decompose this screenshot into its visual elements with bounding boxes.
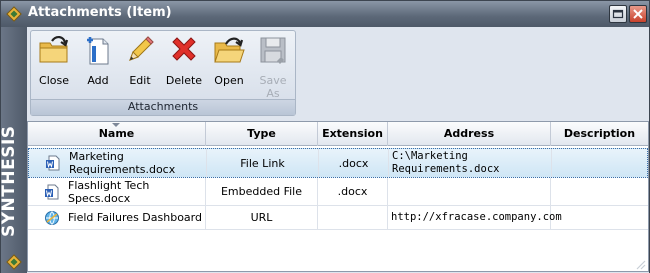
sort-indicator-icon	[112, 123, 120, 127]
edit-button[interactable]: Edit	[122, 34, 158, 92]
edit-label: Edit	[129, 74, 151, 87]
maximize-icon	[612, 9, 624, 19]
table-row[interactable]: Marketing Requirements.docx File Link .d…	[28, 148, 648, 178]
cell-address	[388, 178, 551, 205]
synthesis-logo-icon	[6, 254, 22, 270]
folder-arrow-icon	[39, 36, 69, 63]
window-title: Attachments (Item)	[28, 5, 172, 20]
synthesis-logo-icon	[6, 6, 22, 22]
column-header-name[interactable]: Name	[28, 122, 206, 146]
column-header-type[interactable]: Type	[206, 122, 318, 146]
cell-type: Embedded File	[206, 178, 318, 205]
attachments-table: Name Type Extension Address Description …	[27, 121, 649, 272]
title-bar[interactable]: Attachments (Item)	[1, 1, 649, 27]
brand-sidebar: SYNTHESIS	[0, 27, 27, 273]
add-document-icon	[87, 37, 109, 65]
cell-name: Marketing Requirements.docx	[29, 149, 207, 177]
table-header: Name Type Extension Address Description	[28, 122, 648, 146]
cell-name: Flashlight Tech Specs.docx	[28, 178, 206, 205]
open-label: Open	[214, 74, 244, 87]
cell-type: File Link	[207, 149, 319, 177]
close-button[interactable]: Close	[34, 34, 74, 92]
delete-button[interactable]: Delete	[164, 34, 204, 92]
delete-label: Delete	[165, 74, 203, 87]
column-header-description[interactable]: Description	[551, 122, 648, 146]
ribbon-group-label: Attachments	[31, 99, 295, 115]
maximize-button[interactable]	[609, 5, 627, 23]
brand-text: SYNTHESIS	[0, 125, 19, 237]
cell-address: http://xfracase.company.com	[388, 206, 562, 229]
ribbon-group: Close Add Edit Delete Open Save As Attac…	[30, 30, 296, 116]
table-row[interactable]: Field Failures Dashboard URL http://xfra…	[28, 206, 648, 230]
cell-description	[552, 149, 649, 177]
cell-type: URL	[206, 206, 318, 229]
main-content: Close Add Edit Delete Open Save As Attac…	[27, 27, 649, 273]
table-row[interactable]: Flashlight Tech Specs.docx Embedded File…	[28, 178, 648, 206]
close-label: Close	[39, 74, 69, 87]
red-x-icon	[172, 37, 196, 61]
open-folder-icon	[214, 37, 245, 63]
save-as-label: Save As	[259, 74, 287, 100]
close-icon	[633, 9, 643, 19]
open-button[interactable]: Open	[210, 34, 248, 92]
column-header-address[interactable]: Address	[388, 122, 551, 146]
close-window-button[interactable]	[629, 5, 647, 23]
add-button[interactable]: Add	[80, 34, 116, 92]
cell-description	[551, 178, 648, 205]
floppy-disk-icon	[260, 37, 286, 64]
attachments-window: Attachments (Item) SYNTHESIS Close Add E…	[0, 0, 650, 273]
cell-extension: .docx	[318, 178, 388, 205]
pencil-icon	[129, 36, 154, 61]
save-as-button[interactable]: Save As	[252, 34, 294, 100]
resize-grip-icon[interactable]	[634, 258, 646, 270]
column-header-extension[interactable]: Extension	[318, 122, 388, 146]
cell-address: C:\Marketing Requirements.docx	[389, 149, 552, 177]
cell-name: Field Failures Dashboard	[28, 206, 206, 229]
cell-description	[551, 206, 648, 229]
cell-extension: .docx	[319, 149, 389, 177]
cell-extension	[318, 206, 388, 229]
add-label: Add	[87, 74, 109, 87]
